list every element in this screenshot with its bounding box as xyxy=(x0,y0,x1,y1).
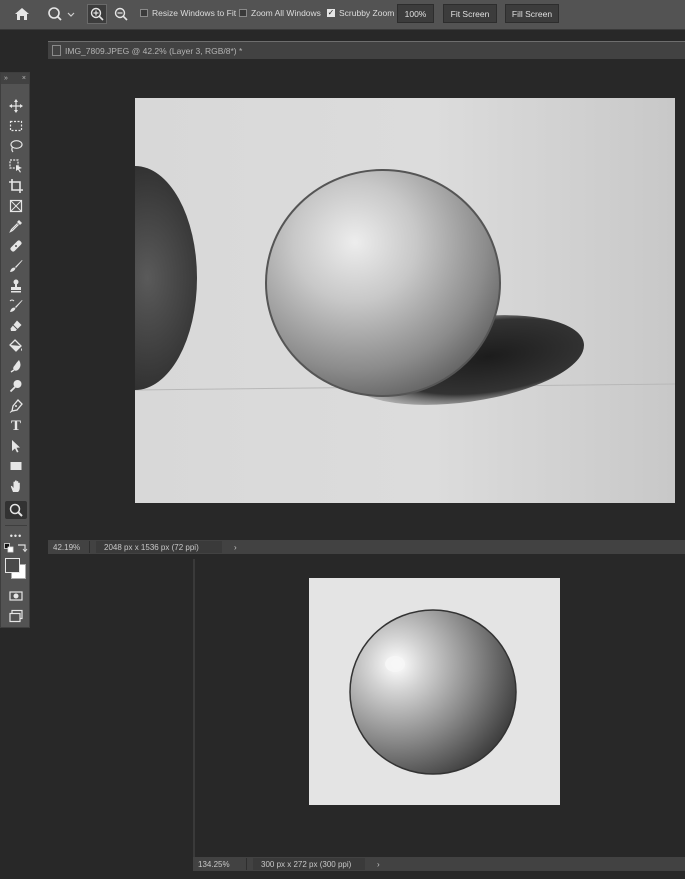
zoom-all-windows-box[interactable] xyxy=(239,9,247,17)
tools-panel: » × T ••• xyxy=(0,72,30,628)
frame-tool-icon[interactable] xyxy=(5,197,27,215)
status-expand-arrow[interactable]: › xyxy=(377,860,380,869)
screen-mode-icon[interactable] xyxy=(5,607,27,625)
eyedropper-tool-icon[interactable] xyxy=(5,217,27,235)
tools-panel-grip[interactable]: » × xyxy=(1,73,29,84)
eraser-tool-icon[interactable] xyxy=(5,317,27,335)
swap-colors-icon[interactable] xyxy=(16,543,28,553)
blur-tool-icon[interactable] xyxy=(5,357,27,375)
resize-windows-box[interactable] xyxy=(140,9,148,17)
close-panel-icon[interactable]: × xyxy=(22,75,26,82)
scrubby-zoom-box[interactable]: ✓ xyxy=(327,9,335,17)
document-title: IMG_7809.JPEG @ 42.2% (Layer 3, RGB/8*) … xyxy=(65,45,243,56)
clone-stamp-tool-icon[interactable] xyxy=(5,277,27,295)
zoom-tool-icon[interactable] xyxy=(5,501,27,519)
healing-brush-tool-icon[interactable] xyxy=(5,237,27,255)
fit-screen-button[interactable]: Fit Screen xyxy=(443,4,497,23)
path-select-tool-icon[interactable] xyxy=(5,437,27,455)
second-canvas-image[interactable] xyxy=(309,578,560,805)
main-status-bar: 42.19% 2048 px x 1536 px (72 ppi) › xyxy=(48,540,685,554)
marquee-tool-icon[interactable] xyxy=(5,117,27,135)
toolbar-divider xyxy=(5,525,27,526)
paint-bucket-tool-icon[interactable] xyxy=(5,337,27,355)
history-brush-tool-icon[interactable] xyxy=(5,297,27,315)
scrubby-zoom-label: Scrubby Zoom xyxy=(339,8,395,18)
foreground-color-swatch[interactable] xyxy=(5,558,20,573)
brush-tool-icon[interactable] xyxy=(5,257,27,275)
zoom-all-windows-checkbox[interactable]: Zoom All Windows xyxy=(239,8,321,18)
move-tool-icon[interactable] xyxy=(5,97,27,115)
resize-windows-label: Resize Windows to Fit xyxy=(152,8,237,18)
main-zoom-value[interactable]: 42.19% xyxy=(48,543,89,552)
document-icon xyxy=(52,45,61,56)
default-colors-icon[interactable] xyxy=(4,543,14,553)
status-divider xyxy=(89,541,90,553)
zoom-100-button[interactable]: 100% xyxy=(397,4,434,23)
dodge-tool-icon[interactable] xyxy=(5,377,27,395)
object-select-tool-icon[interactable] xyxy=(5,157,27,175)
hand-tool-icon[interactable] xyxy=(5,477,27,495)
zoom-in-icon[interactable] xyxy=(87,4,107,24)
status-expand-arrow[interactable]: › xyxy=(234,543,237,552)
quick-mask-icon[interactable] xyxy=(5,587,27,605)
status-divider xyxy=(246,858,247,870)
pen-tool-icon[interactable] xyxy=(5,397,27,415)
second-status-bar: 134.25% 300 px x 272 px (300 ppi) › xyxy=(193,857,685,871)
resize-windows-checkbox[interactable]: Resize Windows to Fit xyxy=(140,8,236,18)
second-zoom-value[interactable]: 134.25% xyxy=(193,860,246,869)
crop-tool-icon[interactable] xyxy=(5,177,27,195)
options-bar: Resize Windows to Fit Zoom All Windows ✓… xyxy=(0,0,685,30)
main-doc-info: 2048 px x 1536 px (72 ppi) xyxy=(96,541,222,553)
fill-screen-button[interactable]: Fill Screen xyxy=(505,4,559,23)
window-border xyxy=(193,559,195,859)
zoom-out-icon[interactable] xyxy=(111,4,131,24)
main-canvas-image[interactable] xyxy=(135,98,675,503)
zoom-tool-preset-icon[interactable] xyxy=(47,6,75,22)
collapse-icon[interactable]: » xyxy=(4,75,8,82)
lasso-tool-icon[interactable] xyxy=(5,137,27,155)
rectangle-tool-icon[interactable] xyxy=(5,457,27,475)
document-tab[interactable]: IMG_7809.JPEG @ 42.2% (Layer 3, RGB/8*) … xyxy=(48,41,685,59)
scrubby-zoom-checkbox[interactable]: ✓ Scrubby Zoom xyxy=(327,8,394,18)
zoom-all-windows-label: Zoom All Windows xyxy=(251,8,321,18)
second-doc-info: 300 px x 272 px (300 ppi) xyxy=(253,858,365,870)
home-icon[interactable] xyxy=(13,6,31,22)
type-tool-icon[interactable]: T xyxy=(5,417,27,435)
